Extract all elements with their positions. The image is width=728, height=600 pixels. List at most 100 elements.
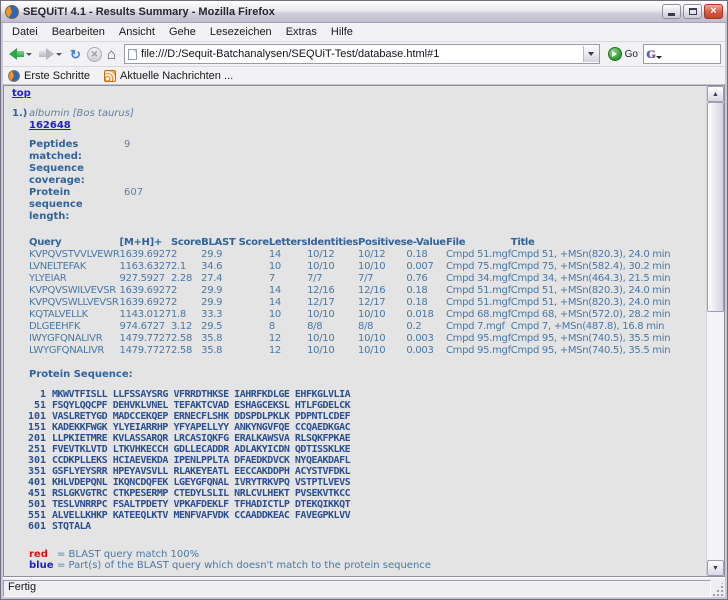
url-bar[interactable]: file:///D:/Sequit-Batchanalysen/SEQUiT-T…	[124, 44, 600, 64]
table-row: YLYEIAR 927.5927 2.28 27.4 7 7/7 7/7 0.7…	[29, 273, 698, 285]
go-button[interactable]: Go	[606, 47, 640, 61]
reload-icon: ↻	[70, 48, 81, 61]
cell-evalue: 0.18	[406, 285, 446, 297]
menu-item[interactable]: Hilfe	[324, 25, 360, 39]
cell-positives: 10/10	[358, 345, 406, 357]
cell-score: 2	[171, 249, 201, 261]
close-button[interactable]: ×	[704, 4, 723, 19]
url-dropdown-button[interactable]	[583, 46, 599, 62]
home-button[interactable]: ⌂	[105, 44, 118, 64]
page-icon	[128, 49, 137, 60]
title-bar[interactable]: SEQUiT! 4.1 - Results Summary - Mozilla …	[1, 1, 727, 23]
cell-score: 2.58	[171, 345, 201, 357]
column-header-file: File	[446, 237, 511, 249]
sequence-position: 601	[12, 521, 46, 532]
cell-query: KVPQVSWILVEVSR	[29, 285, 120, 297]
scroll-down-button[interactable]: ▼	[707, 560, 724, 576]
bookmark-erste-schritte[interactable]: Erste Schritte	[8, 70, 90, 82]
minimize-icon	[668, 13, 675, 16]
menu-item[interactable]: Extras	[279, 25, 324, 39]
sequence-line: 601 STQTALA	[12, 521, 698, 532]
cell-file: Cmpd 34.mgf	[446, 273, 511, 285]
sequence-line: 151 KADEKKFWGK YLYEIARRHP YFYAPELLYY ANK…	[12, 422, 698, 433]
sequence-line: 1 MKWVTFISLL LLFSSAYSRG VFRRDTHKSE IAHRF…	[12, 389, 698, 400]
sequence-residues: STQTALA	[52, 521, 91, 532]
sequence-line: 251 FVEVTKLVTD LTKVHKECCH GDLLECADDR ADL…	[12, 444, 698, 455]
cell-mh: 1639.6927	[120, 249, 171, 261]
sequence-line: 551 ALVELLKHKP KATEEQLKTV MENFVAFVDK CCA…	[12, 510, 698, 521]
sequence-residues: LLPKIETMRE KVLASSARQR LRCASIQKFG ERALKAW…	[52, 433, 350, 444]
navigation-toolbar: ↻ ✕ ⌂ file:///D:/Sequit-Batchanalysen/SE…	[3, 42, 725, 67]
back-button[interactable]	[7, 44, 34, 64]
menu-item[interactable]: Lesezeichen	[203, 25, 279, 39]
cell-query: KQTALVELLK	[29, 309, 120, 321]
column-header-score: Score	[171, 237, 201, 249]
legend-description: = Part(s) of the BLAST query which doesn…	[57, 560, 431, 571]
minimize-button[interactable]	[662, 4, 681, 19]
cell-blast-score: 29.5	[201, 321, 269, 333]
menu-item[interactable]: Datei	[5, 25, 45, 39]
cell-score: 2.1	[171, 261, 201, 273]
cell-identities: 12/17	[307, 297, 358, 309]
menu-bar: DateiBearbeitenAnsichtGeheLesezeichenExt…	[3, 23, 725, 42]
cell-score: 2.28	[171, 273, 201, 285]
cell-mh: 1143.0127	[120, 309, 171, 321]
sequence-residues: MKWVTFISLL LLFSSAYSRG VFRRDTHKSE IAHRFKD…	[52, 389, 350, 400]
cell-identities: 8/8	[307, 321, 358, 333]
menu-item[interactable]: Ansicht	[112, 25, 162, 39]
forward-dropdown-icon[interactable]	[56, 53, 62, 56]
column-header-blast-score: BLAST Score	[201, 237, 269, 249]
search-dropdown-icon[interactable]	[656, 56, 662, 59]
table-row: KQTALVELLK 1143.0127 1.8 33.3 10 10/10 1…	[29, 309, 698, 321]
cell-evalue: 0.003	[406, 333, 446, 345]
cell-positives: 12/16	[358, 285, 406, 297]
maximize-button[interactable]	[683, 4, 702, 19]
bookmarks-toolbar: Erste Schritte Aktuelle Nachrichten ...	[3, 67, 725, 85]
cell-file: Cmpd 75.mgf	[446, 261, 511, 273]
sequence-position: 351	[12, 466, 46, 477]
stat-row: Protein sequence length: 607	[29, 187, 698, 223]
legend: red = BLAST query match 100% blue = Part…	[29, 549, 698, 571]
menu-item[interactable]: Bearbeiten	[45, 25, 112, 39]
sequence-residues: GSFLYEYSRR HPEYAVSVLL RLAKEYEATL EECCAKD…	[52, 466, 350, 477]
top-link[interactable]: top	[12, 88, 31, 99]
url-input[interactable]: file:///D:/Sequit-Batchanalysen/SEQUiT-T…	[137, 48, 583, 60]
vertical-scrollbar[interactable]: ▲ ▼	[706, 86, 724, 576]
cell-score: 2	[171, 297, 201, 309]
cell-letters: 12	[269, 345, 307, 357]
reload-button[interactable]: ↻	[67, 44, 84, 64]
cell-letters: 12	[269, 333, 307, 345]
stop-button[interactable]: ✕	[87, 47, 102, 62]
forward-button[interactable]	[37, 44, 64, 64]
resize-grip-icon[interactable]	[711, 580, 725, 597]
back-dropdown-icon[interactable]	[26, 53, 32, 56]
content-area: top 1.) albumin [Bos taurus] 162648 Pept…	[3, 85, 725, 577]
cell-evalue: 0.18	[406, 249, 446, 261]
menu-item[interactable]: Gehe	[162, 25, 203, 39]
cell-evalue: 0.2	[406, 321, 446, 333]
scrollbar-thumb[interactable]	[707, 102, 724, 312]
column-header-query: Query	[29, 237, 120, 249]
sequence-line: 301 CCDKPLLEKS HCIAEVEKDA IPENLPPLTA DFA…	[12, 455, 698, 466]
scrollbar-track[interactable]	[707, 102, 724, 560]
cell-blast-score: 35.8	[201, 333, 269, 345]
protein-sequence-label: Protein Sequence:	[29, 369, 698, 380]
accession-link[interactable]: 162648	[29, 120, 71, 131]
cell-letters: 14	[269, 285, 307, 297]
stat-label: Peptides matched:	[29, 139, 124, 163]
sequence-residues: CCDKPLLEKS HCIAEVEKDA IPENLPPLTA DFAEDKD…	[52, 455, 350, 466]
cell-query: LWYGFQNALIVR	[29, 345, 120, 357]
firefox-icon	[5, 5, 19, 19]
scroll-up-button[interactable]: ▲	[707, 86, 724, 102]
sequence-line: 101 VASLRETYGD MADCCEKQEP ERNECFLSHK DDS…	[12, 411, 698, 422]
cell-identities: 10/10	[307, 309, 358, 321]
search-input[interactable]: G	[643, 44, 721, 64]
bookmark-aktuelle-nachrichten[interactable]: Aktuelle Nachrichten ...	[104, 70, 233, 82]
cell-mh: 1639.6927	[120, 297, 171, 309]
cell-positives: 12/17	[358, 297, 406, 309]
column-header-mh: [M+H]+	[120, 237, 171, 249]
cell-blast-score: 34.6	[201, 261, 269, 273]
legend-term: red	[29, 549, 57, 560]
sequence-position: 201	[12, 433, 46, 444]
sequence-residues: RSLGKVGTRC CTKPESERMP CTEDYLSLIL NRLCVLH…	[52, 488, 350, 499]
